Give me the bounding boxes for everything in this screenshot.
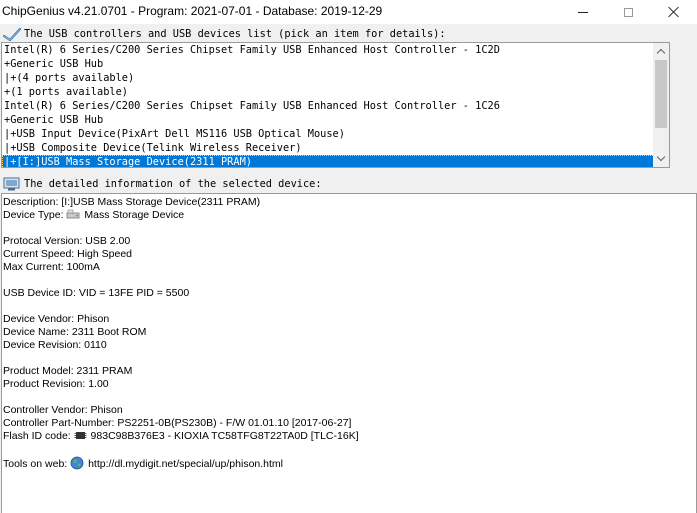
flash-id-value: 983C98B376E3 - KIOXIA TC58TFG8T22TA0D [T… [90,430,359,442]
chevron-down-icon [656,152,666,162]
maximize-button[interactable] [605,0,651,24]
device-details-panel[interactable]: Description: [I:]USB Mass Storage Device… [1,193,697,513]
current-speed-line: Current Speed: High Speed [3,248,132,260]
device-name-line: Device Name: 2311 Boot ROM [3,326,147,338]
device-revision-line: Device Revision: 0110 [3,339,107,351]
device-list-scrollbar[interactable] [653,43,669,167]
device-list[interactable]: Intel(R) 6 Series/C200 Series Chipset Fa… [1,42,670,168]
device-list-item-selected[interactable]: |+[I:]USB Mass Storage Device(2311 PRAM) [2,155,655,167]
device-list-item[interactable]: +Generic USB Hub [2,57,655,71]
monitor-icon [3,177,20,191]
details-header: The detailed information of the selected… [0,176,697,192]
device-list-item[interactable]: +(1 ports available) [2,85,655,99]
controller-part-number-line: Controller Part-Number: PS2251-0B(PS230B… [3,417,352,429]
max-current-line: Max Current: 100mA [3,261,100,273]
device-list-header-text: The USB controllers and USB devices list… [24,28,446,40]
device-list-item[interactable]: |+(4 ports available) [2,71,655,85]
scroll-down-button[interactable] [653,151,669,167]
minimize-button[interactable] [560,0,606,24]
flash-id-label: Flash ID code: [3,430,71,442]
device-vendor-line: Device Vendor: Phison [3,313,110,325]
chip-icon [74,432,87,439]
device-list-header: The USB controllers and USB devices list… [0,26,697,42]
device-list-item[interactable]: Intel(R) 6 Series/C200 Series Chipset Fa… [2,43,655,57]
usb-cable-icon [3,27,21,41]
device-list-item[interactable]: |+USB Input Device(PixArt Dell MS116 USB… [2,127,655,141]
globe-icon [70,456,84,470]
tools-on-web-line: Tools on web: http://dl.mydigit.net/spec… [3,456,283,471]
flash-id-line: Flash ID code: 983C98B376E3 - KIOXIA TC5… [3,430,359,443]
scroll-up-button[interactable] [653,43,669,59]
device-type-line: Device Type: Mass Storage Device [3,209,184,222]
close-button[interactable] [651,0,697,24]
drive-icon [67,209,80,219]
chevron-up-icon [656,48,666,58]
title-bar: ChipGenius v4.21.0701 - Program: 2021-07… [0,0,697,24]
device-type-value: Mass Storage Device [84,209,185,221]
device-list-rows: Intel(R) 6 Series/C200 Series Chipset Fa… [2,43,655,167]
device-list-item[interactable]: +Generic USB Hub [2,113,655,127]
controller-vendor-line: Controller Vendor: Phison [3,404,123,416]
window-title: ChipGenius v4.21.0701 - Program: 2021-07… [2,4,383,18]
scrollbar-thumb[interactable] [655,60,667,128]
minimize-icon [578,11,588,13]
tools-url-link[interactable]: http://dl.mydigit.net/special/up/phison.… [88,458,283,470]
protocol-version-line: Protocal Version: USB 2.00 [3,235,131,247]
close-icon [668,6,680,18]
tools-label: Tools on web: [3,458,68,470]
device-list-item[interactable]: |+USB Composite Device(Telink Wireless R… [2,141,655,155]
usb-device-id-line: USB Device ID: VID = 13FE PID = 5500 [3,287,190,299]
product-model-line: Product Model: 2311 PRAM [3,365,133,377]
details-header-text: The detailed information of the selected… [24,178,322,190]
maximize-icon [623,7,633,17]
product-revision-line: Product Revision: 1.00 [3,378,109,390]
device-list-item[interactable]: Intel(R) 6 Series/C200 Series Chipset Fa… [2,99,655,113]
device-type-label: Device Type: [3,209,64,221]
description-line: Description: [I:]USB Mass Storage Device… [3,196,261,208]
